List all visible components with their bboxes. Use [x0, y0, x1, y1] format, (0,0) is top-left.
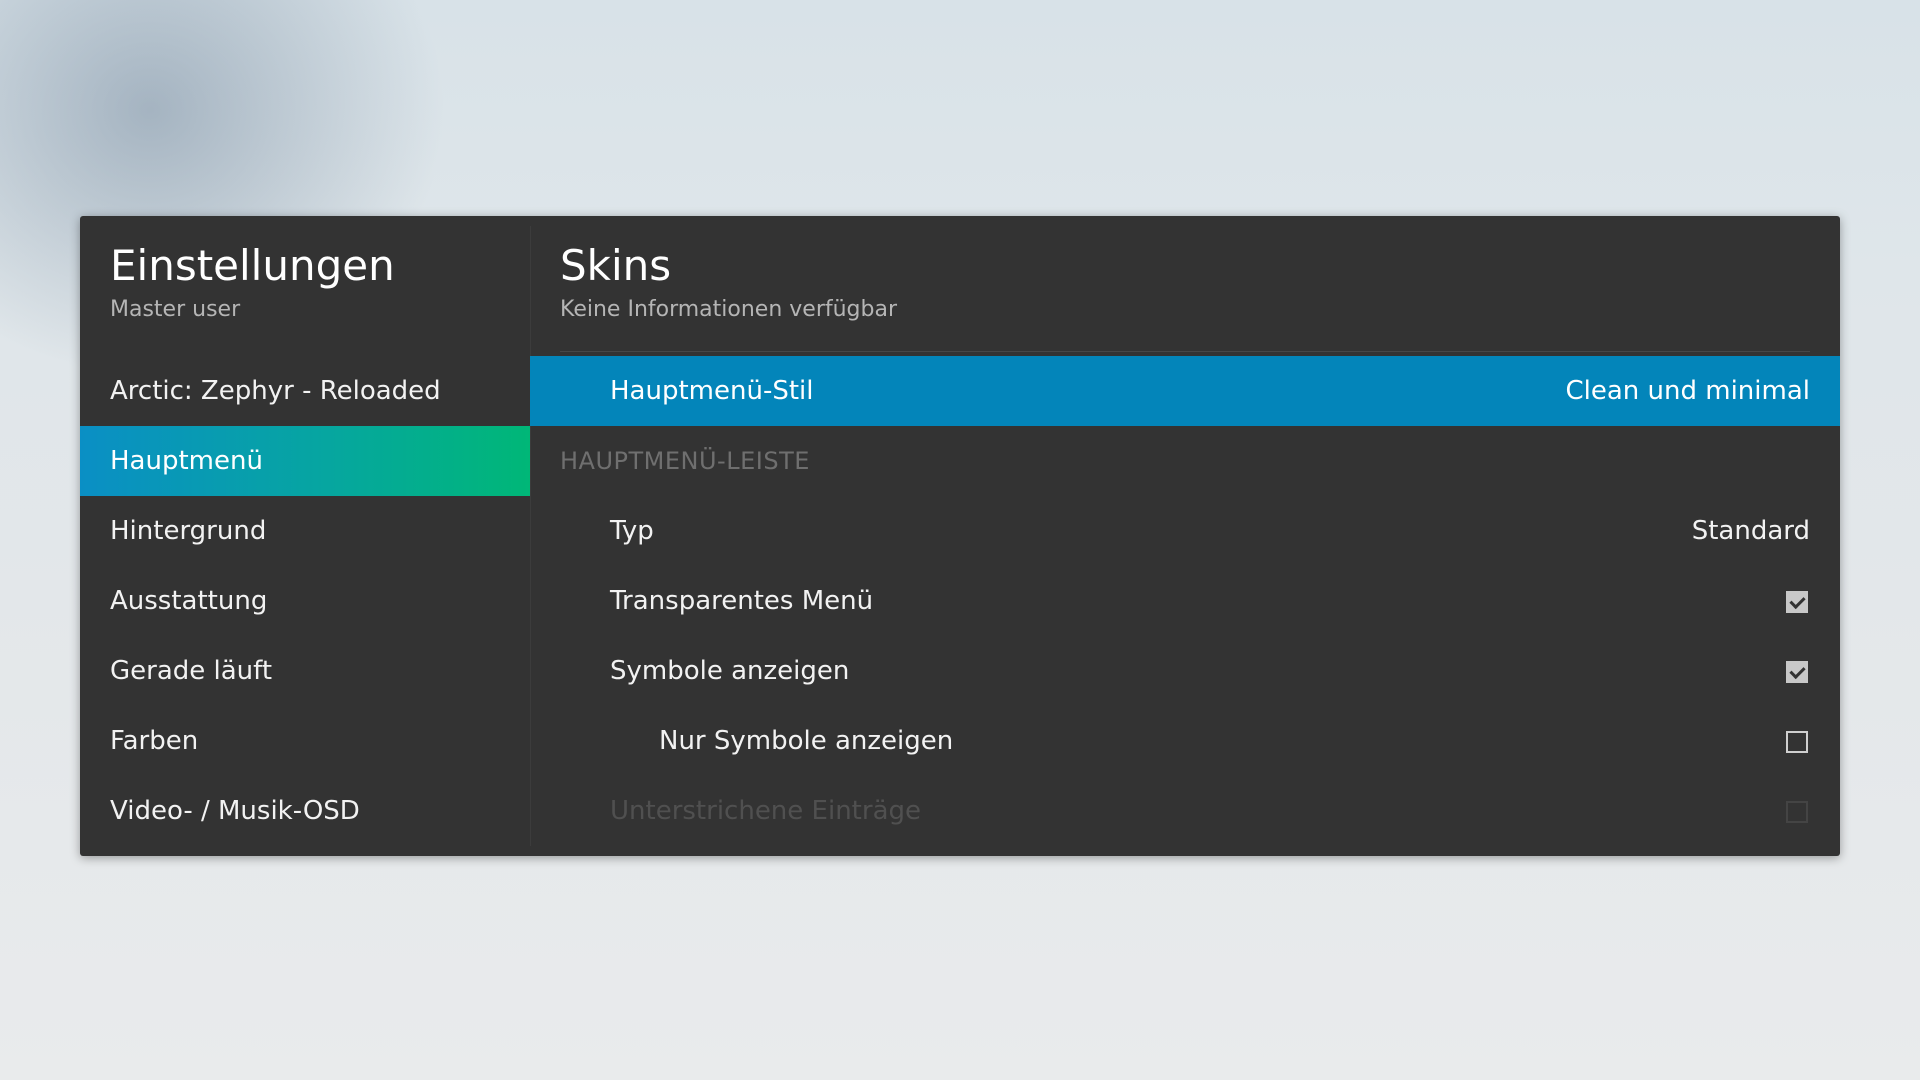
header-divider	[560, 351, 1810, 352]
setting-value: Clean und minimal	[1565, 376, 1810, 406]
setting-type[interactable]: Typ Standard	[530, 496, 1840, 566]
setting-show-icons[interactable]: Symbole anzeigen	[530, 636, 1840, 706]
sidebar-nav: Arctic: Zephyr - Reloaded Hauptmenü Hint…	[80, 356, 530, 846]
section-header-label: HAUPTMENÜ-LEISTE	[560, 447, 810, 475]
sidebar-item-farben[interactable]: Farben	[80, 706, 530, 776]
settings-panel: Einstellungen Master user Arctic: Zephyr…	[80, 216, 1840, 856]
show-only-icons-checkbox[interactable]	[1786, 731, 1808, 753]
settings-sidebar: Einstellungen Master user Arctic: Zephyr…	[80, 216, 530, 856]
page-title: Skins	[560, 241, 672, 290]
sidebar-item-hintergrund[interactable]: Hintergrund	[80, 496, 530, 566]
setting-value: Standard	[1691, 516, 1810, 546]
setting-show-only-icons[interactable]: Nur Symbole anzeigen	[530, 706, 1840, 776]
sidebar-item-ausstattung[interactable]: Ausstattung	[80, 566, 530, 636]
sidebar-title: Einstellungen	[110, 241, 395, 290]
sidebar-item-hauptmenue[interactable]: Hauptmenü	[80, 426, 530, 496]
setting-label: Typ	[610, 516, 654, 546]
setting-label: Symbole anzeigen	[610, 656, 850, 686]
setting-main-menu-style[interactable]: Hauptmenü-Stil Clean und minimal	[530, 356, 1840, 426]
setting-transparent-menu[interactable]: Transparentes Menü	[530, 566, 1840, 636]
page-subtitle: Keine Informationen verfügbar	[560, 297, 898, 322]
underlined-entries-checkbox	[1786, 801, 1808, 823]
setting-underlined-entries: Unterstrichene Einträge	[530, 776, 1840, 846]
settings-content: Skins Keine Informationen verfügbar Haup…	[530, 216, 1840, 856]
sidebar-item-gerade-laeuft[interactable]: Gerade läuft	[80, 636, 530, 706]
setting-label: Unterstrichene Einträge	[610, 796, 921, 826]
transparent-menu-checkbox[interactable]	[1786, 591, 1808, 613]
settings-list: Hauptmenü-Stil Clean und minimal HAUPTME…	[530, 356, 1840, 846]
setting-label: Transparentes Menü	[610, 586, 874, 616]
sidebar-subtitle: Master user	[110, 297, 241, 322]
sidebar-item-arctic-zephyr[interactable]: Arctic: Zephyr - Reloaded	[80, 356, 530, 426]
setting-label: Hauptmenü-Stil	[610, 376, 814, 406]
section-header-main-menu-bar: HAUPTMENÜ-LEISTE	[530, 426, 1840, 496]
show-icons-checkbox[interactable]	[1786, 661, 1808, 683]
sidebar-item-video-musik-osd[interactable]: Video- / Musik-OSD	[80, 776, 530, 846]
setting-label: Nur Symbole anzeigen	[659, 726, 954, 756]
